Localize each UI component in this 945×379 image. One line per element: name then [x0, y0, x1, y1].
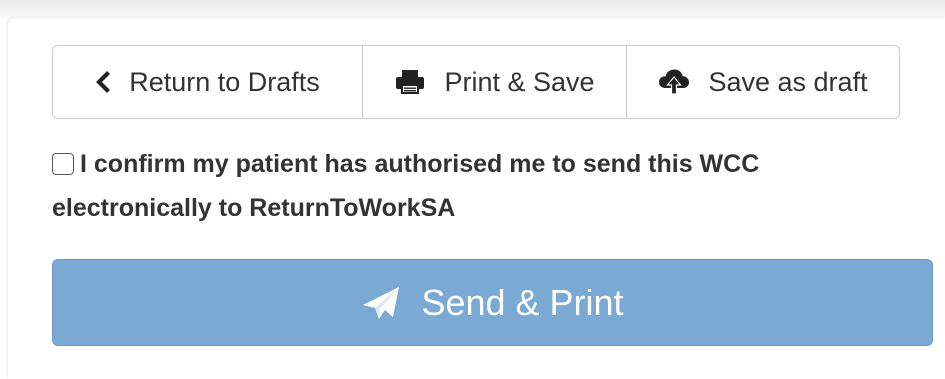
action-button-group: Return to Drafts Print & Save Save as dr…: [52, 45, 900, 119]
authorisation-confirmation: I confirm my patient has authorised me t…: [52, 142, 922, 230]
save-as-draft-label: Save as draft: [708, 66, 868, 97]
paper-plane-icon: [361, 285, 401, 321]
page-background: Return to Drafts Print & Save Save as dr…: [0, 0, 945, 379]
chevron-left-icon: [95, 71, 111, 93]
print-save-button[interactable]: Print & Save: [362, 46, 626, 118]
print-icon: [394, 69, 426, 95]
save-as-draft-button[interactable]: Save as draft: [626, 46, 899, 118]
send-and-print-button[interactable]: Send & Print: [52, 259, 933, 346]
return-to-drafts-button[interactable]: Return to Drafts: [53, 46, 362, 118]
print-save-label: Print & Save: [444, 66, 595, 97]
cloud-upload-icon: [658, 68, 690, 96]
send-and-print-label: Send & Print: [421, 281, 624, 323]
return-to-drafts-label: Return to Drafts: [129, 66, 320, 97]
authorisation-label: I confirm my patient has authorised me t…: [52, 150, 760, 222]
authorisation-checkbox[interactable]: [52, 153, 74, 175]
